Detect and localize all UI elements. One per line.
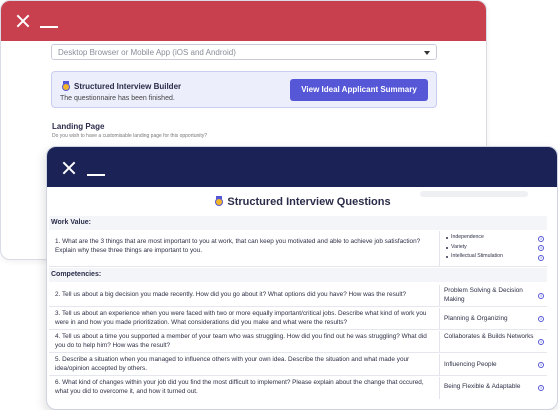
close-icon[interactable] <box>62 161 76 175</box>
work-value-item: Variety <box>446 243 503 253</box>
work-value-list: Independence Variety Intellectual Stimul… <box>446 233 503 262</box>
info-icon[interactable]: i <box>538 339 544 345</box>
medal-icon <box>62 81 70 91</box>
minimize-icon[interactable] <box>40 26 58 28</box>
work-value-item: Independence <box>446 233 503 243</box>
settings-window-header <box>1 1 486 41</box>
question-text: 6. What kind of changes within your job … <box>55 379 424 395</box>
column-divider <box>439 308 440 329</box>
question-text: 1. What are the 3 things that are most i… <box>55 238 421 254</box>
platform-select[interactable]: Desktop Browser or Mobile App (iOS and A… <box>51 44 437 60</box>
question-row: 2. Tell us about a big decision you made… <box>49 285 547 307</box>
structured-interview-builder-card: Structured Interview Builder The questio… <box>51 71 437 108</box>
chevron-down-icon <box>424 51 430 55</box>
section-header-work-value: Work Value: <box>49 216 547 230</box>
landing-page-subtitle: Do you wish to have a customisable landi… <box>52 133 208 139</box>
medal-icon <box>215 196 224 206</box>
info-icon[interactable]: i <box>538 236 544 242</box>
question-row: 4. Tell us about a time you supported a … <box>49 331 547 353</box>
info-icon[interactable]: i <box>538 293 544 299</box>
question-row: 3. Tell us about an experience when you … <box>49 308 547 330</box>
column-divider <box>439 331 440 352</box>
column-divider <box>439 377 440 399</box>
question-text: 3. Tell us about an experience when you … <box>55 310 427 326</box>
builder-subtitle: The questionnaire has been finished. <box>60 95 175 102</box>
info-icon[interactable]: i <box>538 316 544 322</box>
close-icon[interactable] <box>16 14 30 28</box>
question-row: 1. What are the 3 things that are most i… <box>49 231 547 267</box>
column-divider <box>439 285 440 306</box>
landing-page-title: Landing Page <box>52 122 105 131</box>
competency-tag: Planning & Organizing <box>444 315 508 322</box>
info-icon[interactable]: i <box>538 245 544 251</box>
work-value-item: Intellectual Stimulation <box>446 252 503 262</box>
modal-title: Structured Interview Questions <box>47 196 557 208</box>
question-text: 4. Tell us about a time you supported a … <box>55 333 427 349</box>
minimize-icon[interactable] <box>87 174 105 176</box>
competency-tag: Collaborates & Builds Networks <box>444 333 534 340</box>
question-row: 5. Describe a situation when you managed… <box>49 354 547 376</box>
view-ideal-applicant-summary-button[interactable]: View Ideal Applicant Summary <box>290 79 428 101</box>
info-icon[interactable]: i <box>538 255 544 261</box>
question-text: 2. Tell us about a big decision you made… <box>55 291 407 298</box>
competency-tag: Being Flexible & Adaptable <box>444 383 521 390</box>
column-divider <box>439 231 440 266</box>
info-icon[interactable]: i <box>538 385 544 391</box>
platform-select-value: Desktop Browser or Mobile App (iOS and A… <box>58 48 236 57</box>
question-row: 6. What kind of changes within your job … <box>49 377 547 399</box>
info-icon[interactable]: i <box>538 362 544 368</box>
section-header-competencies: Competencies: <box>49 268 547 282</box>
interview-questions-window: Structured Interview Questions Work Valu… <box>46 146 558 410</box>
competency-tag: Influencing People <box>444 361 497 368</box>
competency-tag: Problem Solving & Decision Making <box>444 287 523 303</box>
builder-title: Structured Interview Builder <box>74 82 182 91</box>
column-divider <box>439 354 440 375</box>
interview-questions-header <box>47 147 557 187</box>
question-text: 5. Describe a situation when you managed… <box>55 356 410 372</box>
modal-title-text: Structured Interview Questions <box>227 196 391 208</box>
